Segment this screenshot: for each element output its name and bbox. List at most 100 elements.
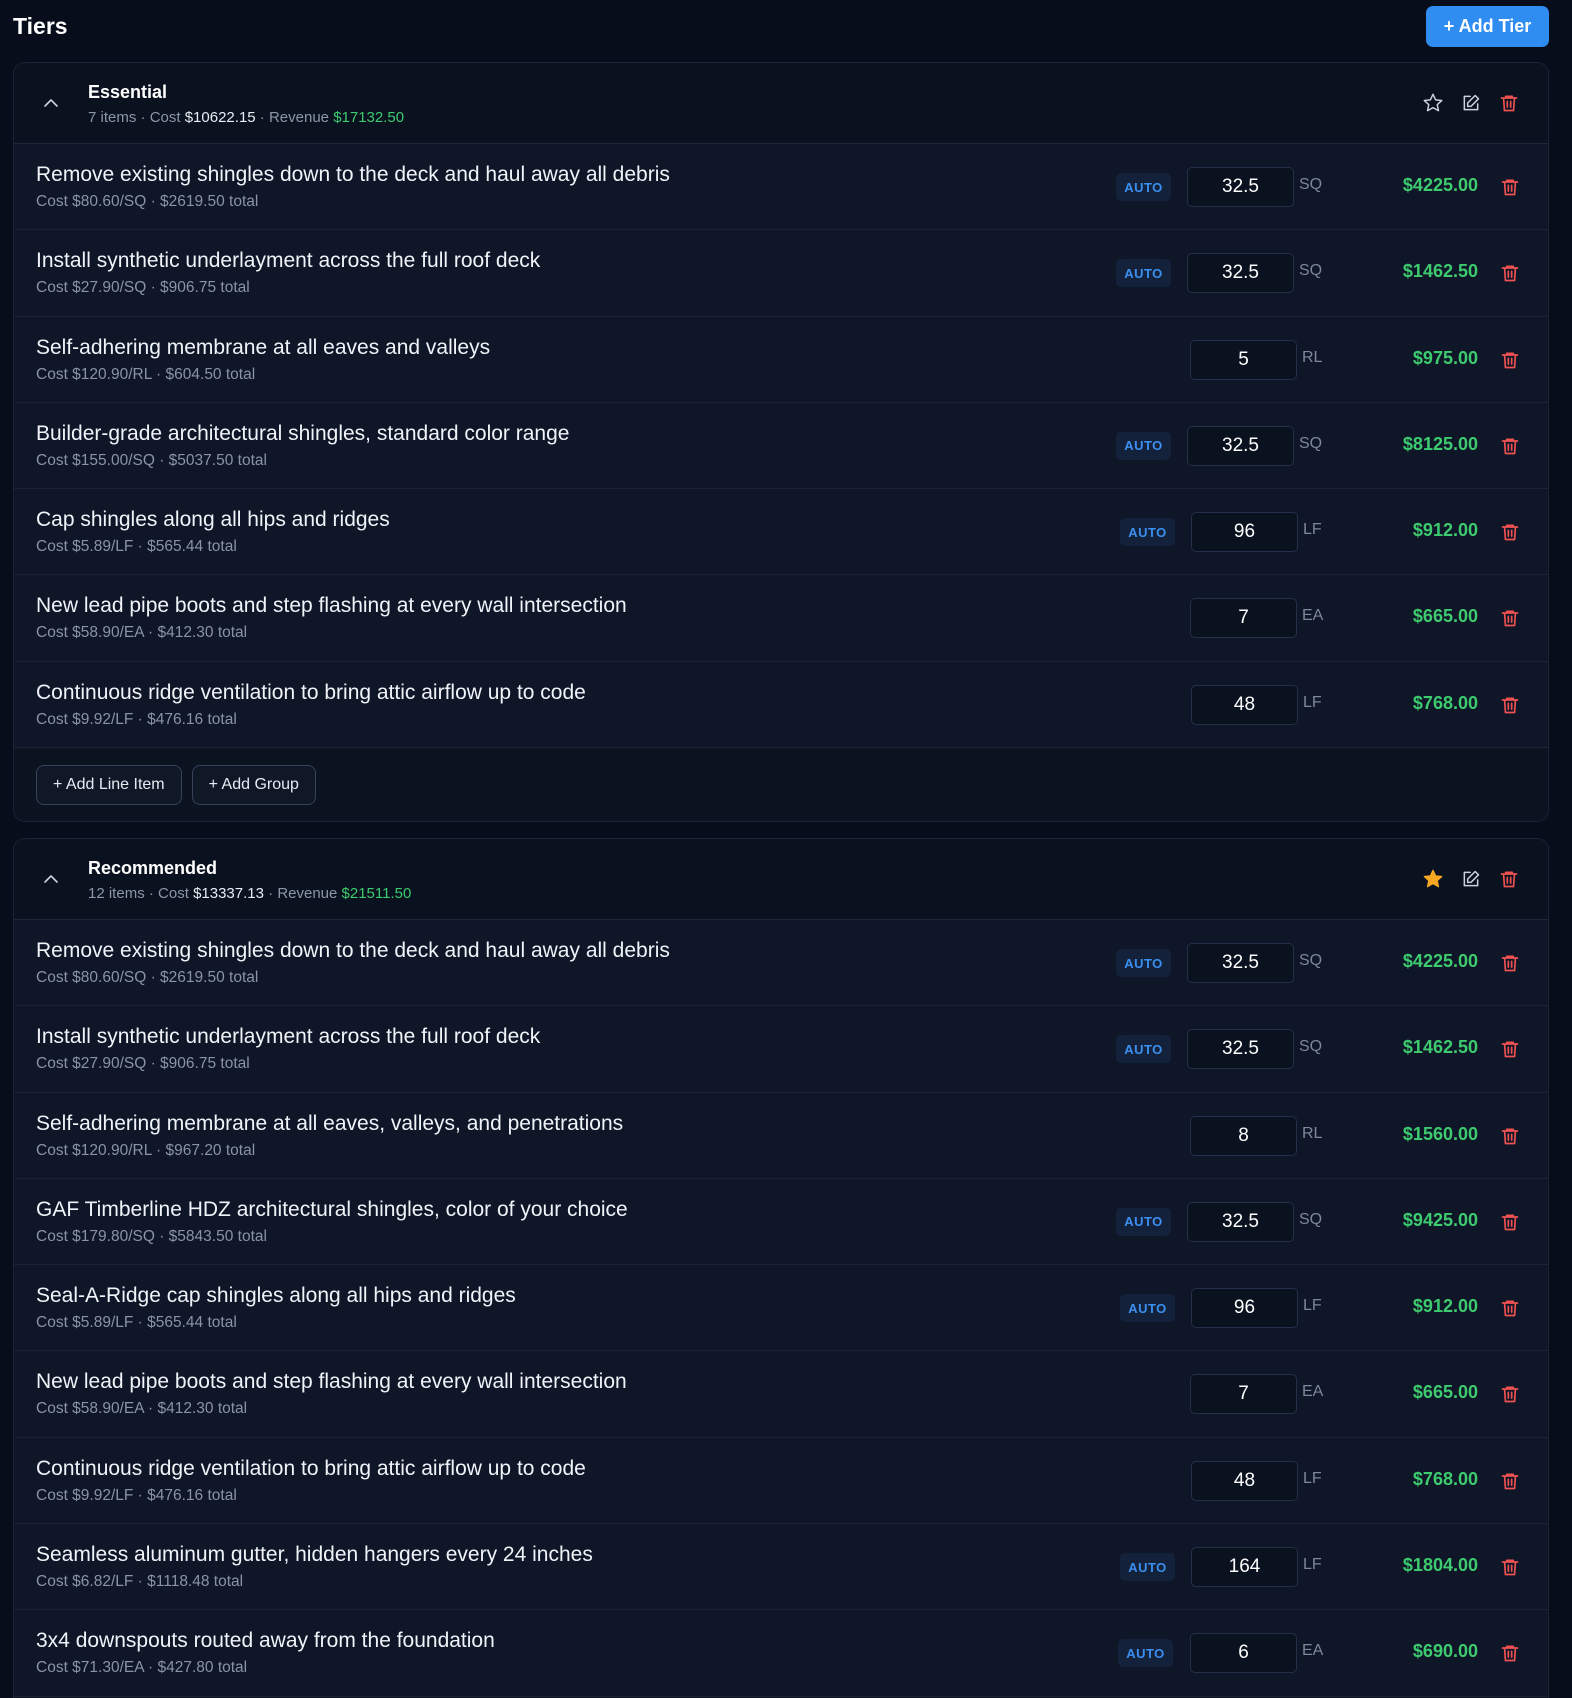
quantity-input[interactable] bbox=[1187, 425, 1294, 466]
line-item-title: Continuous ridge ventilation to bring at… bbox=[36, 680, 586, 704]
tier-revenue: $21511.50 bbox=[341, 885, 412, 902]
tier-item-count: 12 items bbox=[88, 885, 145, 902]
trash-icon[interactable] bbox=[1498, 868, 1520, 890]
line-item-cost: Cost $27.90/SQ · $906.75 total bbox=[36, 279, 250, 297]
tier-info: Essential 7 items · Cost $10622.15 · Rev… bbox=[88, 80, 1422, 126]
auto-badge: AUTO bbox=[1120, 1553, 1175, 1582]
quantity-input[interactable] bbox=[1187, 167, 1294, 207]
quantity-input[interactable] bbox=[1190, 1374, 1297, 1415]
tier-actions bbox=[1422, 92, 1548, 114]
tier-actions bbox=[1422, 868, 1548, 890]
line-item-row: GAF Timberline HDZ architectural shingle… bbox=[14, 1178, 1548, 1266]
delete-line-item-icon[interactable] bbox=[1500, 1384, 1520, 1404]
delete-line-item-icon[interactable] bbox=[1500, 1557, 1520, 1577]
line-item-cost: Cost $80.60/SQ · $2619.50 total bbox=[36, 969, 259, 986]
line-item-price: $4225.00 bbox=[1402, 951, 1478, 971]
delete-line-item-icon[interactable] bbox=[1500, 522, 1520, 542]
line-item-row: Continuous ridge ventilation to bring at… bbox=[14, 1437, 1548, 1525]
add-group-button[interactable]: + Add Group bbox=[191, 764, 316, 805]
delete-line-item-icon[interactable] bbox=[1500, 1643, 1520, 1663]
line-item-row: Cap shingles along all hips and ridges Co… bbox=[14, 489, 1548, 576]
quantity-input[interactable] bbox=[1190, 1115, 1297, 1156]
line-item-cost: Cost $27.90/SQ · $906.75 total bbox=[36, 1055, 250, 1073]
tier-summary: 7 items · Cost $10622.15 · Revenue $1713… bbox=[88, 109, 405, 126]
line-item-price: $768.00 bbox=[1412, 1468, 1478, 1489]
tier-cost-label: Cost bbox=[149, 109, 181, 126]
collapse-chevron-icon[interactable] bbox=[14, 839, 88, 920]
unit-label: SQ bbox=[1299, 1210, 1323, 1228]
line-item-row: New lead pipe boots and step flashing at… bbox=[14, 1351, 1548, 1438]
edit-icon[interactable] bbox=[1460, 92, 1482, 114]
edit-icon[interactable] bbox=[1460, 868, 1482, 890]
unit-label: SQ bbox=[1299, 952, 1323, 969]
trash-icon[interactable] bbox=[1498, 92, 1520, 114]
line-item-price: $1560.00 bbox=[1402, 1123, 1478, 1144]
line-item-row: New lead pipe boots and step flashing at… bbox=[14, 575, 1548, 662]
quantity-input[interactable] bbox=[1190, 1633, 1297, 1674]
star-filled-icon[interactable] bbox=[1422, 868, 1444, 890]
quantity-input[interactable] bbox=[1191, 1547, 1298, 1588]
line-item-row: Remove existing shingles down to the dec… bbox=[14, 144, 1548, 231]
delete-line-item-icon[interactable] bbox=[1500, 1039, 1520, 1059]
quantity-input[interactable] bbox=[1191, 1288, 1298, 1329]
delete-line-item-icon[interactable] bbox=[1500, 350, 1520, 370]
page-header: Tiers + Add Tier bbox=[13, 4, 1549, 48]
line-item-title: Remove existing shingles down to the dec… bbox=[36, 939, 670, 962]
add-line-item-button[interactable]: + Add Line Item bbox=[36, 764, 182, 805]
line-item-row: Install synthetic underlayment across th… bbox=[14, 1006, 1548, 1093]
unit-label: SQ bbox=[1299, 1038, 1323, 1056]
tier-revenue-label: Revenue bbox=[277, 885, 338, 902]
delete-line-item-icon[interactable] bbox=[1500, 436, 1520, 456]
delete-line-item-icon[interactable] bbox=[1500, 263, 1520, 283]
unit-label: SQ bbox=[1299, 434, 1323, 452]
tier-item-count: 7 items bbox=[88, 109, 137, 126]
quantity-input[interactable] bbox=[1190, 598, 1297, 639]
line-item-title: Cap shingles along all hips and ridges bbox=[36, 508, 390, 532]
unit-label: EA bbox=[1302, 607, 1324, 625]
quantity-input[interactable] bbox=[1187, 943, 1294, 983]
quantity-input[interactable] bbox=[1187, 1029, 1294, 1070]
delete-line-item-icon[interactable] bbox=[1500, 1471, 1520, 1491]
delete-line-item-icon[interactable] bbox=[1500, 953, 1520, 973]
unit-label: EA bbox=[1302, 1642, 1324, 1660]
line-item-title: Builder-grade architectural shingles, st… bbox=[36, 421, 570, 445]
delete-line-item-icon[interactable] bbox=[1500, 1126, 1520, 1146]
line-item-row: Seamless aluminum gutter, hidden hangers… bbox=[14, 1524, 1548, 1611]
line-item-title: Install synthetic underlayment across th… bbox=[36, 1025, 541, 1049]
line-item-cost: Cost $5.89/LF · $565.44 total bbox=[36, 1314, 237, 1332]
unit-label: LF bbox=[1303, 693, 1322, 711]
line-item-cost: Cost $120.90/RL · $967.20 total bbox=[36, 1141, 256, 1159]
quantity-input[interactable] bbox=[1191, 512, 1298, 553]
line-item-cost: Cost $155.00/SQ · $5037.50 total bbox=[36, 451, 267, 469]
delete-line-item-icon[interactable] bbox=[1500, 695, 1520, 715]
auto-badge: AUTO bbox=[1116, 1035, 1171, 1064]
quantity-input[interactable] bbox=[1190, 339, 1297, 380]
quantity-input[interactable] bbox=[1191, 1460, 1298, 1501]
unit-label: RL bbox=[1302, 1124, 1323, 1142]
collapse-chevron-icon[interactable] bbox=[14, 63, 88, 143]
line-item-title: Seal-A-Ridge cap shingles along all hips… bbox=[36, 1284, 516, 1308]
star-icon[interactable] bbox=[1422, 92, 1444, 114]
quantity-input[interactable] bbox=[1187, 1201, 1294, 1242]
auto-badge: AUTO bbox=[1116, 431, 1171, 460]
unit-label: RL bbox=[1302, 348, 1323, 366]
auto-badge: AUTO bbox=[1116, 949, 1171, 977]
line-item-price: $768.00 bbox=[1412, 692, 1478, 713]
line-item-title: New lead pipe boots and step flashing at… bbox=[36, 1370, 627, 1394]
quantity-input[interactable] bbox=[1191, 684, 1298, 725]
delete-line-item-icon[interactable] bbox=[1500, 177, 1520, 197]
line-item-row: Builder-grade architectural shingles, st… bbox=[14, 402, 1548, 490]
line-item-row: Seal-A-Ridge cap shingles along all hips… bbox=[14, 1265, 1548, 1352]
delete-line-item-icon[interactable] bbox=[1500, 1212, 1520, 1232]
line-item-cost: Cost $71.30/EA · $427.80 total bbox=[36, 1659, 248, 1677]
auto-badge: AUTO bbox=[1116, 259, 1171, 288]
line-item-list: Remove existing shingles down to the dec… bbox=[14, 920, 1548, 1697]
line-item-price: $9425.00 bbox=[1402, 1209, 1478, 1230]
add-tier-button[interactable]: + Add Tier bbox=[1426, 5, 1549, 47]
delete-line-item-icon[interactable] bbox=[1500, 608, 1520, 628]
line-item-price: $1462.50 bbox=[1402, 1037, 1478, 1058]
line-item-title: Seamless aluminum gutter, hidden hangers… bbox=[36, 1543, 593, 1567]
delete-line-item-icon[interactable] bbox=[1500, 1298, 1520, 1318]
quantity-input[interactable] bbox=[1187, 253, 1294, 294]
line-item-cost: Cost $9.92/LF · $476.16 total bbox=[36, 1486, 237, 1504]
